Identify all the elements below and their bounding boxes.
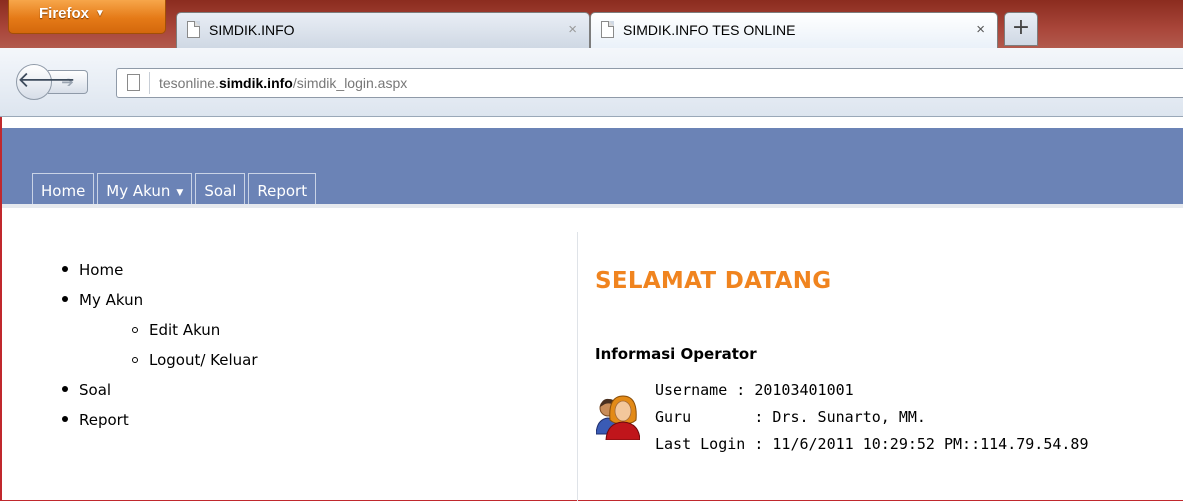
tab-title: SIMDIK.INFO — [209, 22, 295, 38]
circle-bullet-icon — [132, 327, 138, 333]
bullet-icon — [62, 386, 68, 392]
info-row-last-login: Last Login : 11/6/2011 10:29:52 PM::114.… — [655, 435, 1088, 453]
sidebar-tree: Home My Akun Edit Akun Logout/ Keluar So… — [62, 258, 258, 438]
tab-simdik-tes-online[interactable]: SIMDIK.INFO TES ONLINE × — [590, 12, 998, 48]
info-separator: : — [745, 408, 773, 426]
menu-item-label: Report — [257, 182, 308, 200]
header-divider — [2, 204, 1183, 208]
menu-item-label: Home — [41, 182, 86, 200]
sidebar-item-soal[interactable]: Soal — [62, 378, 258, 408]
site-header: Home My Akun ▼ Soal Report — [2, 128, 1183, 207]
browser-titlebar: Firefox ▼ SIMDIK.INFO × SIMDIK.INFO TES O… — [0, 0, 1183, 48]
tab-simdik-info[interactable]: SIMDIK.INFO × — [176, 12, 590, 48]
sidebar-item-logout[interactable]: Logout/ Keluar — [62, 348, 258, 378]
chevron-down-icon: ▼ — [95, 8, 105, 19]
info-label: Last Login — [655, 435, 746, 453]
url-text[interactable]: tesonline.simdik.info/simdik_login.aspx — [159, 75, 407, 91]
sidebar-item-label: Edit Akun — [149, 321, 221, 339]
menu-item-report[interactable]: Report — [248, 173, 317, 207]
sidebar-item-home[interactable]: Home — [62, 258, 258, 288]
sidebar-item-label: My Akun — [79, 291, 144, 309]
url-prefix: tesonline. — [159, 75, 219, 91]
tab-title: SIMDIK.INFO TES ONLINE — [623, 22, 796, 38]
info-label: Guru — [655, 408, 746, 426]
url-domain: simdik.info — [218, 75, 293, 91]
bullet-icon — [62, 416, 68, 422]
menu-item-my-akun[interactable]: My Akun ▼ — [97, 173, 193, 207]
new-tab-button[interactable]: + — [1004, 12, 1038, 46]
info-value: Drs. Sunarto, MM. — [772, 408, 926, 426]
menu-item-home[interactable]: Home — [32, 173, 95, 207]
back-forward-group: ➔ 🡐 — [16, 64, 104, 100]
navigation-toolbar: ➔ 🡐 tesonline.simdik.info/simdik_login.a… — [0, 48, 1183, 117]
bullet-icon — [62, 296, 68, 302]
address-bar[interactable]: tesonline.simdik.info/simdik_login.aspx — [116, 68, 1183, 98]
column-divider — [577, 232, 578, 501]
info-value: 20103401001 — [754, 381, 854, 399]
sidebar-item-my-akun[interactable]: My Akun — [62, 288, 258, 318]
firefox-menu-label: Firefox — [39, 5, 90, 22]
welcome-heading: SELAMAT DATANG — [595, 268, 832, 294]
firefox-menu-button[interactable]: Firefox ▼ — [8, 0, 166, 34]
page-icon — [601, 21, 614, 38]
sidebar-item-label: Soal — [79, 381, 112, 399]
back-button[interactable]: 🡐 — [16, 64, 76, 100]
users-icon — [596, 395, 640, 440]
menu-item-soal[interactable]: Soal — [195, 173, 246, 207]
close-icon[interactable]: × — [568, 21, 577, 38]
info-separator: : — [727, 381, 755, 399]
info-value: 11/6/2011 10:29:52 PM::114.79.54.89 — [772, 435, 1089, 453]
chevron-down-icon: ▼ — [176, 188, 184, 198]
sidebar-item-edit-akun[interactable]: Edit Akun — [62, 318, 258, 348]
page-icon — [127, 74, 140, 91]
sidebar-item-report[interactable]: Report — [62, 408, 258, 438]
info-label: Username — [655, 381, 728, 399]
bullet-icon — [62, 266, 68, 272]
page-icon — [187, 21, 200, 38]
info-separator: : — [745, 435, 773, 453]
operator-info-title: Informasi Operator — [595, 345, 757, 363]
info-row-guru: Guru : Drs. Sunarto, MM. — [655, 408, 926, 426]
info-row-username: Username : 20103401001 — [655, 381, 854, 399]
url-path: /simdik_login.aspx — [292, 75, 408, 91]
menu-item-label: Soal — [204, 182, 237, 200]
sidebar-item-label: Logout/ Keluar — [149, 351, 258, 369]
sidebar-item-label: Report — [79, 411, 129, 429]
menu-item-label: My Akun — [106, 182, 171, 200]
sidebar-item-label: Home — [79, 261, 124, 279]
close-icon[interactable]: × — [976, 21, 985, 38]
divider — [149, 72, 150, 94]
arrow-left-icon: 🡐 — [17, 68, 76, 93]
main-menu: Home My Akun ▼ Soal Report — [32, 173, 319, 207]
circle-bullet-icon — [132, 357, 138, 363]
